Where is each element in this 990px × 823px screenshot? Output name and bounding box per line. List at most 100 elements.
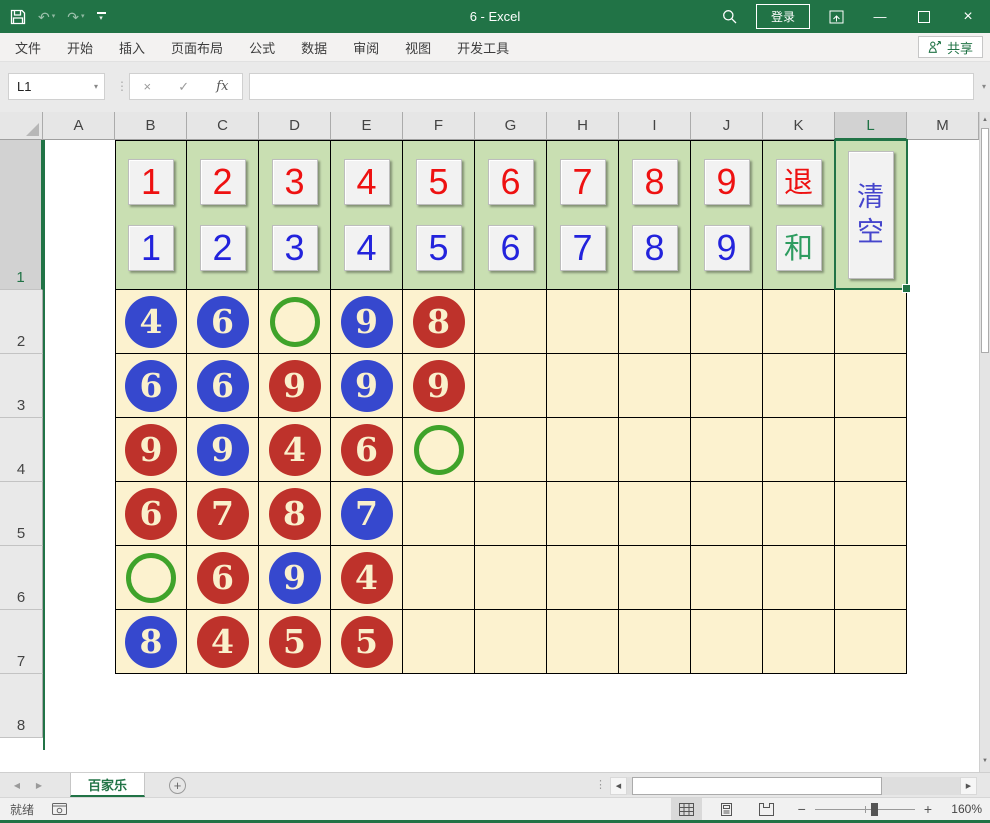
cell-b7[interactable]: 8 [115,610,187,674]
bet-button-red-2[interactable]: 2 [200,159,246,205]
retreat-button[interactable]: 退 [776,159,822,205]
scroll-left-icon[interactable]: ◀ [610,777,627,795]
cell-b5[interactable]: 6 [115,482,187,546]
cell-d6[interactable]: 9 [259,546,331,610]
cell-i6[interactable] [619,546,691,610]
row-header-7[interactable]: 7 [0,610,43,674]
cell-a1[interactable] [43,140,115,290]
cancel-button[interactable]: × [144,79,152,94]
zoom-in-button[interactable]: + [924,801,932,817]
column-header-e[interactable]: E [331,112,403,140]
cell-i3[interactable] [619,354,691,418]
cell-l2[interactable] [835,290,907,354]
cell-g2[interactable] [475,290,547,354]
cell-a5[interactable] [43,482,115,546]
cell-f4[interactable] [403,418,475,482]
cell-c4[interactable]: 9 [187,418,259,482]
scroll-up-icon[interactable]: ▲ [980,117,990,123]
cell-f7[interactable] [403,610,475,674]
tab-bar-drag-handle[interactable]: ⋮ [595,778,606,791]
cell-c7[interactable]: 4 [187,610,259,674]
insert-function-button[interactable]: fx [216,79,228,94]
cell-f5[interactable] [403,482,475,546]
zoom-out-button[interactable]: − [798,801,806,817]
new-sheet-button[interactable]: + [169,777,186,794]
row-header-8[interactable]: 8 [0,674,43,738]
horizontal-scroll-track[interactable] [627,777,960,795]
cell-i7[interactable] [619,610,691,674]
cell-a7[interactable] [43,610,115,674]
bet-button-red-1[interactable]: 1 [128,159,174,205]
row-header-4[interactable]: 4 [0,418,43,482]
view-normal-button[interactable] [671,798,702,820]
cell-k7[interactable] [763,610,835,674]
cell-a6[interactable] [43,546,115,610]
cell-h3[interactable] [547,354,619,418]
cell-d4[interactable]: 4 [259,418,331,482]
ribbon-tab-insert[interactable]: 插入 [106,33,158,61]
column-header-l[interactable]: L [835,112,907,140]
bet-button-red-9[interactable]: 9 [704,159,750,205]
column-header-i[interactable]: I [619,112,691,140]
cell-m4[interactable] [907,418,979,482]
bet-button-blue-2[interactable]: 2 [200,225,246,271]
cell-f2[interactable]: 8 [403,290,475,354]
cell-j6[interactable] [691,546,763,610]
column-header-g[interactable]: G [475,112,547,140]
bet-button-blue-1[interactable]: 1 [128,225,174,271]
cell-b3[interactable]: 6 [115,354,187,418]
cell-k3[interactable] [763,354,835,418]
ribbon-tab-view[interactable]: 视图 [392,33,444,61]
column-header-h[interactable]: H [547,112,619,140]
column-header-k[interactable]: K [763,112,835,140]
ribbon-tab-home[interactable]: 开始 [54,33,106,61]
undo-button[interactable]: ↶▾ [38,10,55,24]
zoom-level[interactable]: 160% [940,802,982,816]
cell-l3[interactable] [835,354,907,418]
cell-k6[interactable] [763,546,835,610]
cell-m1[interactable] [907,140,979,290]
cell-i4[interactable] [619,418,691,482]
cell-e6[interactable]: 4 [331,546,403,610]
redo-dropdown-icon[interactable]: ▾ [81,13,85,20]
row-header-3[interactable]: 3 [0,354,43,418]
cell-e3[interactable]: 9 [331,354,403,418]
column-header-c[interactable]: C [187,112,259,140]
cell-m2[interactable] [907,290,979,354]
column-header-b[interactable]: B [115,112,187,140]
cell-g3[interactable] [475,354,547,418]
share-button[interactable]: 共享 [918,36,983,58]
column-header-d[interactable]: D [259,112,331,140]
close-button[interactable]: × [946,0,990,33]
save-button[interactable] [10,9,26,25]
cell-l4[interactable] [835,418,907,482]
cell-e2[interactable]: 9 [331,290,403,354]
bet-button-red-6[interactable]: 6 [488,159,534,205]
cell-d2[interactable] [259,290,331,354]
vertical-scrollbar[interactable]: ▲ ▼ [979,112,990,772]
formula-input[interactable] [249,73,974,100]
cell-d7[interactable]: 5 [259,610,331,674]
column-header-f[interactable]: F [403,112,475,140]
ribbon-tab-review[interactable]: 审阅 [340,33,392,61]
cell-k4[interactable] [763,418,835,482]
select-all-corner[interactable] [0,112,43,140]
cell-l5[interactable] [835,482,907,546]
cell-a2[interactable] [43,290,115,354]
bet-button-blue-5[interactable]: 5 [416,225,462,271]
vertical-scroll-thumb[interactable] [981,128,989,353]
cell-h5[interactable] [547,482,619,546]
cell-l7[interactable] [835,610,907,674]
column-header-j[interactable]: J [691,112,763,140]
cell-b2[interactable]: 4 [115,290,187,354]
ribbon-display-options-button[interactable] [814,0,858,33]
bet-button-blue-6[interactable]: 6 [488,225,534,271]
name-box-dropdown-icon[interactable]: ▾ [94,82,104,91]
customize-quick-access-button[interactable]: ▾ [97,12,106,22]
enter-button[interactable]: ✓ [178,79,189,95]
cell-f6[interactable] [403,546,475,610]
scroll-right-icon[interactable]: ▶ [960,777,977,795]
cell-g4[interactable] [475,418,547,482]
cell-c3[interactable]: 6 [187,354,259,418]
horizontal-scrollbar[interactable]: ◀ ▶ [610,776,977,795]
